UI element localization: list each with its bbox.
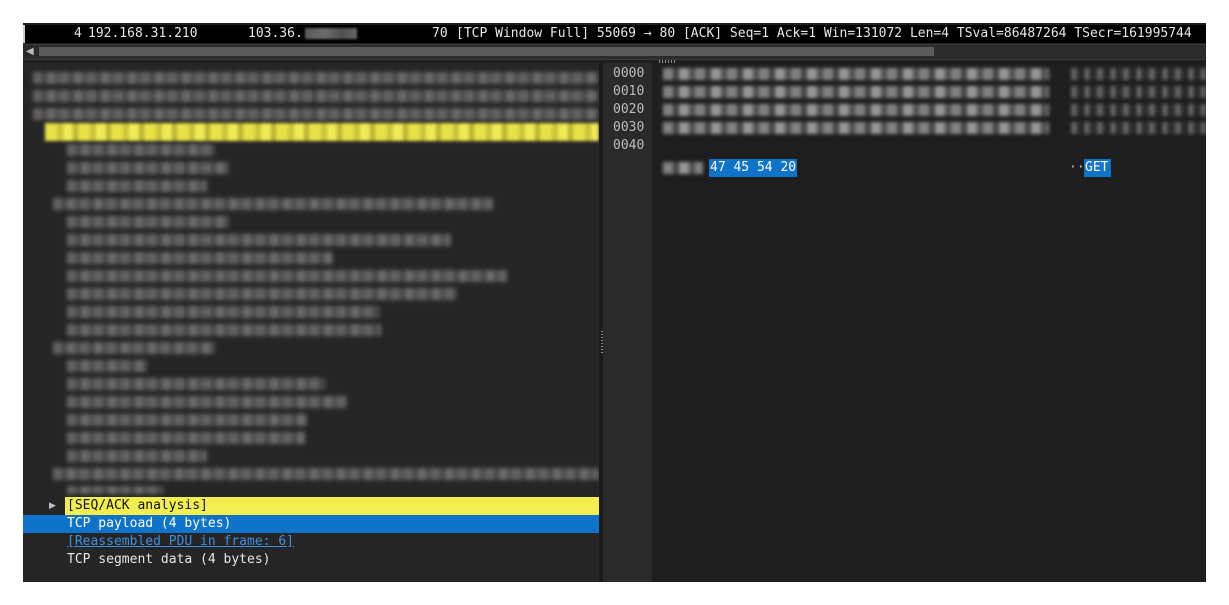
ascii-nonprintable: ·· (1069, 160, 1085, 175)
redacted-tree-line (67, 216, 229, 228)
redacted-tree-line (67, 234, 451, 246)
redacted-tree-line (67, 252, 333, 264)
redacted-tree-line (67, 162, 229, 174)
byte-offset: 0020 (613, 102, 645, 117)
tree-item-reassembled-pdu-link[interactable]: [Reassembled PDU in frame: 6] (23, 533, 599, 551)
byte-offset: 0030 (613, 120, 645, 135)
redacted-tree-line (67, 486, 163, 494)
expand-arrow-icon[interactable]: ▶ (49, 497, 56, 515)
tree-item-label: TCP segment data (4 bytes) (67, 552, 271, 567)
tree-item-seq-ack-analysis[interactable]: ▶ [SEQ/ACK analysis] (23, 497, 599, 515)
redacted-ascii-line (1071, 104, 1206, 116)
scrollbar-thumb[interactable] (39, 47, 934, 56)
byte-offset: 0040 (613, 138, 645, 153)
redacted-highlighted-line (45, 123, 599, 141)
packet-destination: 103.36. (248, 25, 357, 43)
redacted-tree-line (67, 306, 379, 318)
redacted-tree-line (67, 378, 325, 390)
redacted-tree-line (67, 270, 507, 282)
redacted-hex-line (663, 104, 1049, 116)
selected-ascii-bytes[interactable]: GET (1084, 159, 1112, 177)
redacted-tree-line (67, 450, 207, 462)
packet-source: 192.168.31.210 (88, 26, 198, 41)
redacted-tree-line (67, 288, 457, 300)
redacted-tree-line (53, 342, 215, 354)
scroll-left-arrow-icon[interactable]: ◀ (26, 46, 34, 58)
redacted-tree-line (67, 324, 381, 336)
row-edge-marker (23, 25, 25, 43)
packet-info: [TCP Window Full] 55069 → 80 [ACK] Seq=1… (456, 26, 1192, 41)
redacted-tree-line (53, 468, 599, 480)
redacted-hex-line (663, 122, 1049, 134)
redacted-ascii-line (1071, 68, 1206, 80)
redacted-tree-line (67, 396, 347, 408)
redacted-tree-line (67, 180, 207, 192)
wireshark-window: 4 192.168.31.210 103.36. 70 [TCP Window … (23, 23, 1206, 582)
redacted-tree-line (33, 108, 599, 120)
byte-offset: 0010 (613, 84, 645, 99)
redacted-ascii-line (1071, 86, 1206, 98)
redacted-hex-line (663, 162, 703, 174)
redacted-tree-line (67, 414, 307, 426)
selected-hex-bytes[interactable]: 47 45 54 20 (709, 159, 798, 177)
redacted-ascii-line (1071, 122, 1206, 134)
tree-item-label: [SEQ/ACK analysis] (65, 497, 599, 515)
redacted-tree-line (53, 198, 493, 210)
redacted-tree-line (33, 72, 599, 84)
packet-details-tree[interactable]: ▶ [SEQ/ACK analysis] TCP payload (4 byte… (23, 63, 599, 582)
tree-item-label[interactable]: [Reassembled PDU in frame: 6] (67, 533, 294, 551)
packet-number: 4 (74, 26, 82, 41)
redacted-tree-line (67, 360, 147, 372)
packet-list-hscrollbar[interactable]: ◀ (23, 44, 1206, 60)
tree-item-label: TCP payload (4 bytes) (67, 516, 232, 531)
redacted-tree-line (67, 432, 305, 444)
redacted-tree-line (33, 90, 599, 102)
redacted-hex-line (663, 86, 1049, 98)
tree-item-tcp-payload[interactable]: TCP payload (4 bytes) (23, 515, 599, 533)
tree-item-tcp-segment-data[interactable]: TCP segment data (4 bytes) (23, 551, 599, 569)
packet-list-row[interactable]: 4 192.168.31.210 103.36. 70 [TCP Window … (23, 25, 1206, 43)
packet-destination-prefix: 103.36. (248, 26, 303, 41)
redacted-tree-line (67, 144, 215, 156)
byte-offset: 0000 (613, 66, 645, 81)
packet-length: 70 (432, 26, 448, 41)
redacted-destination (304, 28, 357, 39)
packet-bytes-pane[interactable]: 0000 0010 0020 0030 0040 47 45 54 20 ·· … (603, 63, 1206, 582)
redacted-hex-line (663, 68, 1049, 80)
offset-column: 0000 0010 0020 0030 0040 (603, 63, 652, 582)
